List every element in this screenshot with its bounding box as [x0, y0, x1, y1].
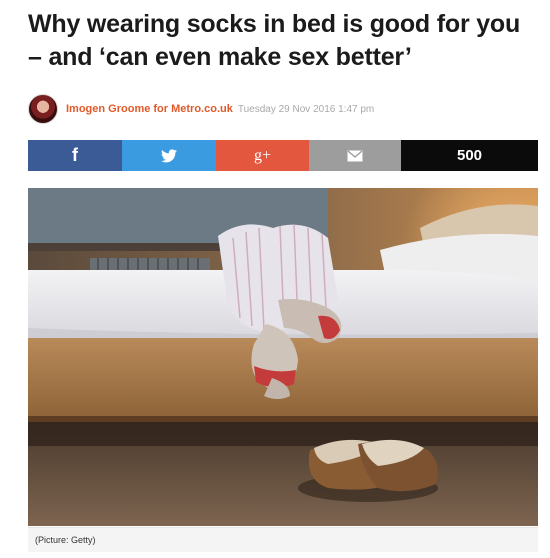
share-count: 500 [401, 140, 538, 171]
email-icon [347, 149, 363, 161]
image-caption-bar: (Picture: Getty) [28, 527, 538, 552]
googleplus-share-button[interactable]: g+ [216, 140, 309, 171]
author-avatar [28, 94, 58, 124]
byline: Imogen Groome for Metro.co.uk Tuesday 29… [28, 92, 528, 126]
email-share-button[interactable] [309, 140, 401, 171]
image-caption: (Picture: Getty) [35, 535, 96, 545]
googleplus-icon: g+ [253, 146, 272, 164]
facebook-icon: f [72, 145, 78, 165]
facebook-share-button[interactable]: f [28, 140, 122, 171]
twitter-share-button[interactable] [122, 140, 216, 171]
article-image [28, 188, 538, 526]
publish-date: Tuesday 29 Nov 2016 1:47 pm [237, 103, 375, 115]
author-link[interactable]: Imogen Groome for Metro.co.uk [66, 103, 233, 115]
article-headline: Why wearing socks in bed is good for you… [28, 10, 521, 71]
bed-socks-photo [28, 188, 538, 526]
twitter-icon [161, 148, 177, 162]
share-bar: f g+ 500 [28, 140, 538, 171]
